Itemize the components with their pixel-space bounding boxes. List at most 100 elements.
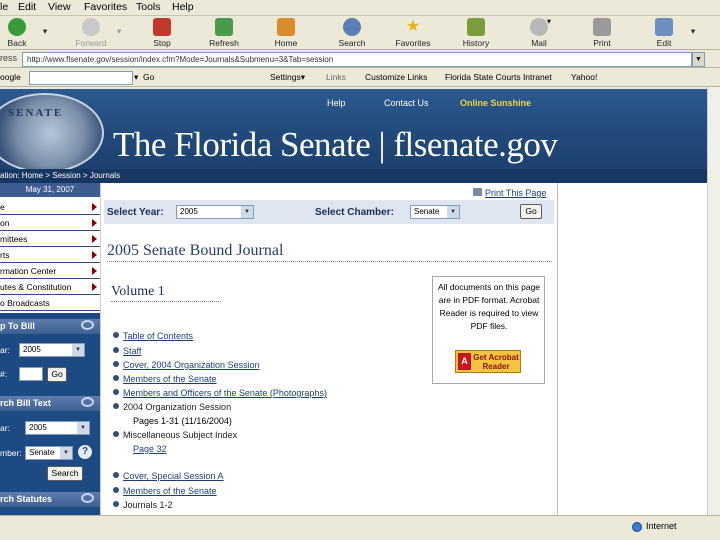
chamber-select[interactable]: Senate ▼: [410, 205, 460, 219]
year-select[interactable]: 2005 ▼: [176, 205, 254, 219]
address-input[interactable]: http://www.flsenate.gov/session/index.cf…: [22, 52, 692, 67]
magnifier-icon: [81, 320, 94, 330]
sidebar-item[interactable]: o Broadcasts: [0, 295, 100, 311]
list-item[interactable]: Members of the Senate: [113, 486, 217, 496]
list-item[interactable]: Cover, Special Session A: [113, 471, 224, 481]
google-logo: oogle: [0, 72, 21, 82]
stop-button[interactable]: Stop: [137, 18, 187, 48]
back-dropdown-icon[interactable]: ▾: [38, 26, 52, 37]
journal-filter-row: Select Year: 2005 ▼ Select Chamber: Senat…: [104, 200, 554, 224]
refresh-button[interactable]: Refresh: [199, 18, 249, 48]
jump-to-bill-heading: p To Bill: [0, 319, 100, 334]
breadcrumb: ation: Home > Session > Journals: [0, 169, 720, 183]
google-settings-button[interactable]: Settings▾: [270, 72, 305, 83]
menu-bar: le Edit View Favorites Tools Help: [0, 0, 720, 16]
bill-number-label: #:: [0, 369, 8, 379]
search-year-select[interactable]: 2005 ▼: [25, 421, 90, 435]
address-bar: ress http://www.flsenate.gov/session/ind…: [0, 51, 720, 68]
year-label: ar:: [0, 345, 10, 355]
help-link[interactable]: Help: [327, 98, 346, 108]
sidebar-item[interactable]: utes & Constitution: [0, 279, 100, 295]
search-button[interactable]: Search: [327, 18, 377, 48]
online-sunshine-link[interactable]: Online Sunshine: [460, 98, 531, 108]
sidebar-item[interactable]: on: [0, 215, 100, 231]
address-label: ress: [0, 53, 18, 63]
left-sidebar: May 31, 2007 e on mittees rts rmation Ce…: [0, 183, 100, 515]
back-button[interactable]: Back: [0, 18, 42, 48]
arrow-right-icon: [92, 283, 97, 291]
pages-link[interactable]: Page 32: [133, 444, 167, 454]
stop-icon: [153, 18, 171, 36]
link-customize[interactable]: Customize Links: [365, 72, 427, 82]
bullet-icon: [113, 501, 119, 507]
link-florida-courts[interactable]: Florida State Courts Intranet: [445, 72, 552, 82]
address-dropdown-icon[interactable]: ▼: [692, 52, 705, 67]
contact-link[interactable]: Contact Us: [384, 98, 429, 108]
google-search-input[interactable]: [29, 71, 133, 85]
menu-view[interactable]: View: [48, 1, 71, 13]
go-button[interactable]: Go: [520, 204, 542, 219]
menu-help[interactable]: Help: [172, 1, 194, 13]
mail-dropdown-icon[interactable]: ▾: [542, 16, 556, 27]
sidebar-item[interactable]: e: [0, 199, 100, 215]
arrow-right-icon: [92, 251, 97, 259]
divider: [107, 261, 552, 262]
print-button[interactable]: Print: [577, 18, 627, 48]
bullet-icon: [113, 332, 119, 338]
chevron-down-icon: ▼: [60, 447, 72, 459]
history-icon: [467, 18, 485, 36]
bullet-icon: [113, 361, 119, 367]
breadcrumb-text: ation: Home > Session > Journals: [0, 171, 121, 180]
menu-edit[interactable]: Edit: [18, 1, 36, 13]
link-yahoo[interactable]: Yahoo!: [571, 72, 597, 82]
printer-icon: [593, 18, 611, 36]
bullet-icon: [113, 431, 119, 437]
jump-year-select[interactable]: 2005 ▼: [19, 343, 85, 357]
get-acrobat-reader-button[interactable]: A Get Acrobat Reader: [455, 350, 521, 373]
sidebar-date: May 31, 2007: [0, 183, 100, 197]
favorites-button[interactable]: ★ Favorites: [388, 18, 438, 48]
pdf-notice-text: All documents on this page are in PDF fo…: [437, 282, 541, 331]
print-page-link[interactable]: Print This Page: [473, 188, 546, 198]
list-item[interactable]: Table of Contents: [113, 331, 193, 341]
jump-go-button[interactable]: Go: [47, 367, 67, 382]
list-item[interactable]: Cover, 2004 Organization Session: [113, 360, 260, 370]
forward-button[interactable]: Forward: [66, 18, 116, 48]
menu-file[interactable]: le: [0, 1, 8, 13]
arrow-right-icon: [92, 203, 97, 211]
mail-button[interactable]: Mail: [514, 18, 564, 48]
select-chamber-label: Select Chamber:: [315, 207, 394, 218]
list-item[interactable]: Staff: [113, 346, 141, 356]
google-toolbar: oogle ▾ Go Settings▾ Links Customize Lin…: [0, 69, 720, 87]
history-button[interactable]: History: [451, 18, 501, 48]
search-chamber-select[interactable]: Senate ▼: [25, 446, 73, 460]
menu-tools[interactable]: Tools: [136, 1, 161, 13]
chevron-down-icon: ▼: [72, 344, 84, 356]
bill-number-input[interactable]: [19, 367, 43, 381]
sidebar-item[interactable]: rmation Center: [0, 263, 100, 279]
list-item[interactable]: Members of the Senate: [113, 374, 217, 384]
globe-icon: [632, 522, 642, 532]
bullet-icon: [113, 487, 119, 493]
magnifier-icon: [81, 397, 94, 407]
menu-favorites[interactable]: Favorites: [84, 1, 127, 13]
chevron-down-icon: ▼: [77, 422, 89, 434]
edit-dropdown-icon[interactable]: ▾: [686, 26, 700, 37]
vertical-scrollbar[interactable]: [707, 87, 720, 515]
google-dropdown-icon[interactable]: ▾: [134, 72, 138, 83]
edit-button[interactable]: Edit: [639, 18, 689, 48]
chevron-down-icon: ▼: [447, 206, 459, 218]
help-icon[interactable]: ?: [78, 445, 92, 459]
sidebar-item[interactable]: rts: [0, 247, 100, 263]
home-button[interactable]: Home: [261, 18, 311, 48]
forward-dropdown-icon[interactable]: ▾: [112, 26, 126, 37]
sidebar-item[interactable]: mittees: [0, 231, 100, 247]
search-button[interactable]: Search: [47, 466, 83, 481]
google-go-button[interactable]: Go: [143, 72, 154, 82]
magnifier-icon: [81, 493, 94, 503]
pages-link[interactable]: Pages 1-31 (11/16/2004): [133, 416, 232, 426]
list-item: Journals 1-2: [113, 500, 173, 510]
bullet-icon: [113, 347, 119, 353]
list-item[interactable]: Members and Officers of the Senate (Phot…: [113, 388, 327, 398]
links-label: Links: [326, 72, 346, 82]
